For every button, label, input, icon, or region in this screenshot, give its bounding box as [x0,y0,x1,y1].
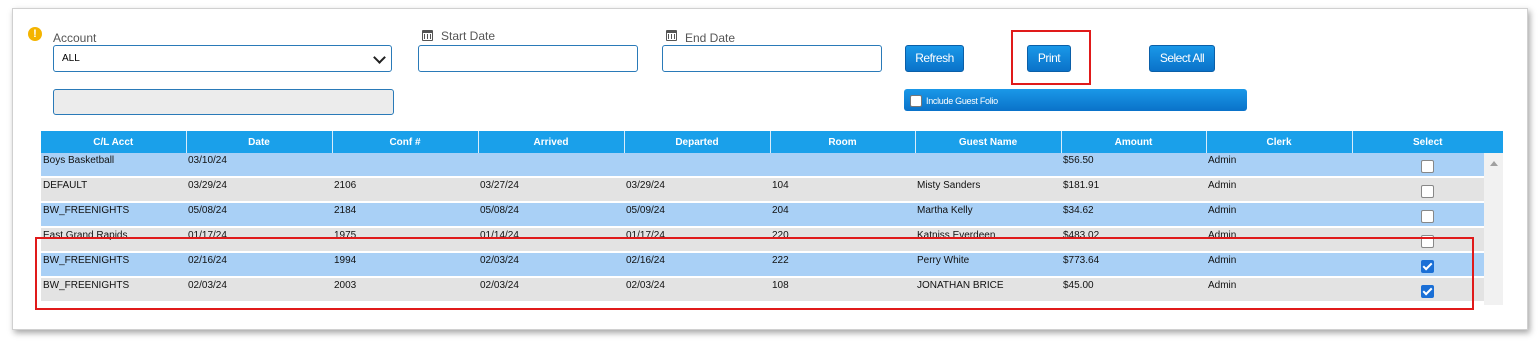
start-date-label-group: Start Date [422,29,495,43]
scroll-up-arrow-icon[interactable] [1490,161,1498,166]
selected-rows-highlight-box [35,237,1474,310]
cell-guest-name: Misty Sanders [915,177,1061,203]
cell-arrived: 05/08/24 [478,202,624,228]
table-scrollbar[interactable] [1484,153,1503,305]
calendar-icon [666,30,677,41]
chevron-down-icon [373,51,386,64]
cell-room [770,153,915,178]
start-date-label: Start Date [441,29,496,43]
table-header-row: C/L Acct Date Conf # Arrived Departed Ro… [41,131,1503,153]
cell-amount: $56.50 [1061,153,1206,178]
cell-clerk: Admin [1206,153,1352,178]
cell-guest-name: Martha Kelly [915,202,1061,228]
account-label: Account [53,31,97,45]
end-date-label: End Date [685,31,736,45]
cell-arrived [478,153,624,178]
select-all-button[interactable]: Select All [1149,45,1215,72]
cell-amount: $181.91 [1061,177,1206,203]
cell-cl-acct: Boys Basketball [41,153,186,178]
cell-conf [332,153,478,178]
cell-room: 104 [770,177,915,203]
column-header-guest-name[interactable]: Guest Name [915,131,1062,153]
column-header-clerk[interactable]: Clerk [1206,131,1353,153]
cell-arrived: 03/27/24 [478,177,624,203]
cell-cl-acct: DEFAULT [41,177,186,203]
table-row[interactable]: DEFAULT 03/29/24 2106 03/27/24 03/29/24 … [41,177,1503,203]
column-header-select[interactable]: Select [1352,131,1503,153]
include-guest-folio-toggle[interactable]: Include Guest Folio [904,89,1247,111]
table-row[interactable]: Boys Basketball 03/10/24 $56.50 Admin [41,153,1503,178]
start-date-input[interactable] [418,45,638,72]
column-header-room[interactable]: Room [770,131,916,153]
cell-departed: 03/29/24 [624,177,770,203]
column-header-cl-acct[interactable]: C/L Acct [41,131,187,153]
cell-date: 03/10/24 [186,153,332,178]
cell-clerk: Admin [1206,177,1352,203]
select-checkbox[interactable] [1421,185,1434,198]
cell-conf: 2184 [332,202,478,228]
include-guest-folio-checkbox[interactable] [910,95,922,107]
column-header-date[interactable]: Date [186,131,333,153]
cell-date: 03/29/24 [186,177,332,203]
secondary-field[interactable] [53,89,394,115]
cell-room: 204 [770,202,915,228]
print-button[interactable]: Print [1027,45,1071,72]
account-select[interactable]: ALL [53,45,392,72]
cell-amount: $34.62 [1061,202,1206,228]
end-date-input[interactable] [662,45,882,72]
cell-clerk: Admin [1206,202,1352,228]
cell-conf: 2106 [332,177,478,203]
column-header-arrived[interactable]: Arrived [478,131,625,153]
cell-departed: 05/09/24 [624,202,770,228]
cell-cl-acct: BW_FREENIGHTS [41,202,186,228]
column-header-departed[interactable]: Departed [624,131,771,153]
column-header-conf[interactable]: Conf # [332,131,479,153]
include-guest-folio-label: Include Guest Folio [926,96,998,106]
cell-select [1352,153,1503,178]
cell-select [1352,177,1503,203]
cell-select [1352,202,1503,228]
cell-date: 05/08/24 [186,202,332,228]
info-icon: ! [28,27,42,41]
select-checkbox[interactable] [1421,160,1434,173]
column-header-amount[interactable]: Amount [1061,131,1207,153]
account-select-value: ALL [62,53,80,64]
select-checkbox[interactable] [1421,210,1434,223]
cell-guest-name [915,153,1061,178]
refresh-button[interactable]: Refresh [905,45,964,72]
cell-departed [624,153,770,178]
end-date-label-group [666,29,685,43]
table-row[interactable]: BW_FREENIGHTS 05/08/24 2184 05/08/24 05/… [41,202,1503,228]
calendar-icon [422,30,433,41]
